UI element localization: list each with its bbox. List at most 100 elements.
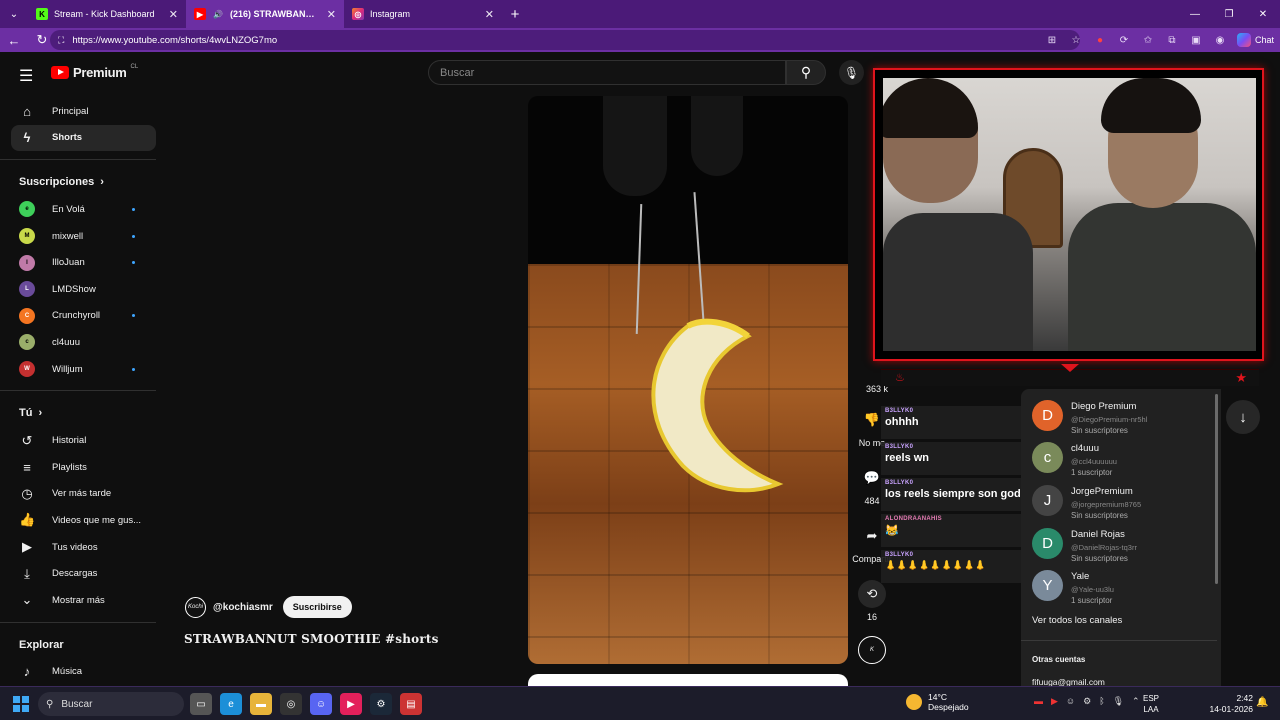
tray-app-icon[interactable]: ▬	[1034, 696, 1043, 707]
discord-icon[interactable]: ☺	[310, 693, 332, 715]
subscription-item[interactable]: W Willjum	[11, 356, 156, 383]
tab-kick[interactable]: K Stream - Kick Dashboard ✕	[28, 0, 186, 28]
file-explorer-icon[interactable]: ▬	[250, 693, 272, 715]
scrollbar[interactable]	[1215, 394, 1218, 584]
tab-title: Instagram	[370, 9, 411, 19]
short-title[interactable]: STRAWBANNUT SMOOTHIE #shorts	[184, 632, 439, 646]
close-icon[interactable]: ✕	[327, 8, 336, 21]
next-short-button[interactable]: ↓	[1226, 400, 1260, 434]
sidebar-item-historial[interactable]: ↺ Historial	[11, 427, 156, 454]
sidebar-item-playlists[interactable]: ≡ Playlists	[11, 454, 156, 481]
sidebar-item-downloads[interactable]: ⤓ Descargas	[11, 560, 156, 587]
channel-avatar[interactable]: Kochi	[185, 596, 206, 618]
account-avatar: D	[1032, 400, 1063, 431]
short-video-player[interactable]	[528, 96, 848, 664]
profile-avatar-icon[interactable]: ◉	[1210, 30, 1230, 50]
tray-steam-icon[interactable]: ⚙	[1083, 696, 1091, 707]
tab-youtube[interactable]: ▶ 🔊 (216) STRAWBANNUT SMOOTHIE ✕	[186, 0, 344, 28]
new-tab-button[interactable]: +	[502, 6, 528, 23]
site-info-icon[interactable]: ⛶	[58, 35, 64, 46]
sidebar-item-liked[interactable]: 👍 Videos que me gus...	[11, 507, 156, 534]
subscription-item[interactable]: I IlloJuan	[11, 249, 156, 276]
chrome-icon[interactable]: ◎	[280, 693, 302, 715]
sidebar-item-label: Descargas	[52, 568, 98, 580]
account-item[interactable]: c cl4uuu @ccl4uuuuuu 1 suscriptor	[1032, 442, 1117, 478]
steam-icon[interactable]: ⚙	[370, 693, 392, 715]
copilot-chat-button[interactable]: Chat	[1236, 31, 1274, 49]
view-all-channels-link[interactable]: Ver todos los canales	[1032, 615, 1122, 626]
account-item[interactable]: Y Yale @Yale-uu3lu 1 suscriptor	[1032, 570, 1114, 606]
edge-icon[interactable]: e	[220, 693, 242, 715]
taskbar-search[interactable]: ⚲ Buscar	[38, 692, 184, 716]
weather-widget[interactable]: 14°C Despejado	[906, 692, 969, 712]
sidebar-item-watch-later[interactable]: ◷ Ver más tarde	[11, 481, 156, 508]
menu-icon[interactable]: ☰	[19, 66, 33, 86]
sidebar-item-label: Playlists	[52, 461, 87, 473]
favorites-icon[interactable]: ✩	[1138, 30, 1158, 50]
subscription-item[interactable]: C Crunchyroll	[11, 303, 156, 330]
restore-icon[interactable]: ❐	[1212, 0, 1246, 28]
taskbar-apps: ▭ e ▬ ◎ ☺ ▶ ⚙ ▤	[190, 693, 422, 715]
back-button[interactable]: ←	[0, 28, 28, 52]
account-handle: @DanielRojas-tq3rr	[1071, 543, 1137, 552]
sidebar-item-music[interactable]: ♪ Música	[11, 659, 156, 686]
sidebar-item-shorts[interactable]: ϟ Shorts	[11, 124, 156, 152]
chat-message: B3LLYK0 los reels siempre son gods	[881, 478, 1031, 511]
remix-action[interactable]: ⟲ 16	[852, 580, 892, 622]
collections-icon[interactable]: ▣	[1186, 30, 1206, 50]
subscription-item[interactable]: e En Volá	[11, 196, 156, 223]
tab-instagram[interactable]: ◎ Instagram ✕	[344, 0, 502, 28]
media-player-icon[interactable]: ▶	[340, 693, 362, 715]
subscriptions-header[interactable]: Suscripciones ›	[11, 168, 156, 196]
tray-youtube-icon[interactable]: ▶	[1051, 696, 1058, 707]
youtube-logo[interactable]: Premium CL	[51, 64, 138, 80]
close-window-icon[interactable]: ✕	[1246, 0, 1280, 28]
extensions-puzzle-icon[interactable]: ⧉	[1162, 30, 1182, 50]
voice-search-button[interactable]: 🎙	[839, 60, 864, 85]
history-icon: ↺	[21, 432, 33, 448]
sidebar-item-your-videos[interactable]: ▶ Tus videos	[11, 534, 156, 561]
short-channel-info: Kochi @kochiasmr Suscribirse	[185, 596, 352, 618]
refresh-extension-icon[interactable]: ⟳	[1114, 30, 1134, 50]
language-indicator[interactable]: ESP LAA	[1143, 693, 1159, 715]
tab-actions-menu[interactable]: ⌄	[0, 0, 28, 28]
you-header[interactable]: Tú ›	[11, 399, 156, 427]
subscription-item[interactable]: M mixwell	[11, 223, 156, 250]
close-icon[interactable]: ✕	[485, 8, 494, 21]
subscription-item[interactable]: c cl4uuu	[11, 329, 156, 356]
search-input[interactable]: Buscar	[428, 60, 786, 85]
account-item[interactable]: D Daniel Rojas @DanielRojas-tq3rr Sin su…	[1032, 528, 1137, 564]
audio-track-avatar: K	[858, 636, 886, 664]
account-item[interactable]: J JorgePremium @jorgepremium8765 Sin sus…	[1032, 485, 1141, 521]
microphone-icon[interactable]: 🎙	[1113, 696, 1124, 707]
obs-app-icon[interactable]: ▤	[400, 693, 422, 715]
notification-bell-icon[interactable]: 🔔	[1256, 697, 1268, 708]
account-item[interactable]: D Diego Premium @DiegoPremium-nr5hl Sin …	[1032, 400, 1147, 436]
sidebar-item-principal[interactable]: ⌂ Principal	[11, 98, 156, 125]
speaker-icon[interactable]: 🔊	[212, 8, 224, 20]
windows-start-icon[interactable]	[13, 696, 29, 712]
minimize-icon[interactable]: —	[1178, 0, 1212, 28]
tray-discord-icon[interactable]: ☺	[1066, 696, 1075, 707]
extension-icon[interactable]: ●	[1090, 30, 1110, 50]
subscribe-button[interactable]: Suscribirse	[282, 596, 352, 618]
close-icon[interactable]: ✕	[169, 8, 178, 21]
clock[interactable]: 2:42 14-01-2026	[1203, 693, 1253, 715]
search-button[interactable]: ⚲	[786, 60, 826, 85]
address-bar[interactable]: ⛶ https://www.youtube.com/shorts/4wvLNZO…	[50, 30, 1080, 50]
subscription-item[interactable]: L LMDShow	[11, 276, 156, 303]
account-email[interactable]: fifuuga@gmail.com	[1032, 677, 1105, 686]
favorite-star-icon[interactable]: ☆	[1066, 30, 1086, 50]
channel-name: cl4uuu	[52, 336, 80, 348]
chevron-up-icon[interactable]: ⌃	[1132, 696, 1140, 707]
audio-action[interactable]: K	[852, 636, 892, 668]
sidebar-item-show-more[interactable]: ⌄ Mostrar más	[11, 587, 156, 614]
install-app-icon[interactable]: ⊞	[1042, 30, 1062, 50]
chat-message: B3LLYK0 ohhhh	[881, 406, 1023, 439]
bluetooth-icon[interactable]: ᛒ	[1099, 696, 1104, 707]
gloved-hand	[603, 96, 667, 196]
task-view-icon[interactable]: ▭	[190, 693, 212, 715]
channel-handle[interactable]: @kochiasmr	[213, 602, 273, 613]
webcam-feed	[883, 78, 1256, 351]
shorts-icon: ϟ	[23, 130, 31, 146]
